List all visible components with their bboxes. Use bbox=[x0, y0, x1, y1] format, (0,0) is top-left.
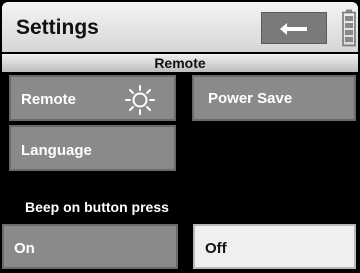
battery-icon bbox=[342, 9, 356, 47]
section-banner: Remote bbox=[2, 54, 358, 72]
beep-off-button[interactable]: Off bbox=[193, 224, 356, 269]
language-button[interactable]: Language bbox=[9, 125, 176, 171]
language-button-label: Language bbox=[21, 142, 92, 159]
power-save-button[interactable]: Power Save bbox=[192, 75, 356, 121]
return-arrow-icon bbox=[280, 23, 307, 35]
page-title: Settings bbox=[16, 16, 99, 39]
beep-setting-label: Beep on button press bbox=[25, 199, 169, 215]
sun-icon bbox=[125, 85, 155, 115]
remote-button[interactable]: Remote bbox=[9, 75, 176, 121]
beep-on-button[interactable]: On bbox=[2, 224, 178, 269]
power-save-button-label: Power Save bbox=[208, 90, 293, 107]
remote-button-label: Remote bbox=[21, 91, 77, 108]
beep-off-label: Off bbox=[205, 240, 227, 257]
header-bar: Settings bbox=[2, 2, 358, 52]
beep-on-label: On bbox=[14, 240, 35, 257]
back-button[interactable] bbox=[261, 12, 327, 44]
settings-screen: Settings Remote Remote Power Save Langua… bbox=[0, 0, 360, 273]
